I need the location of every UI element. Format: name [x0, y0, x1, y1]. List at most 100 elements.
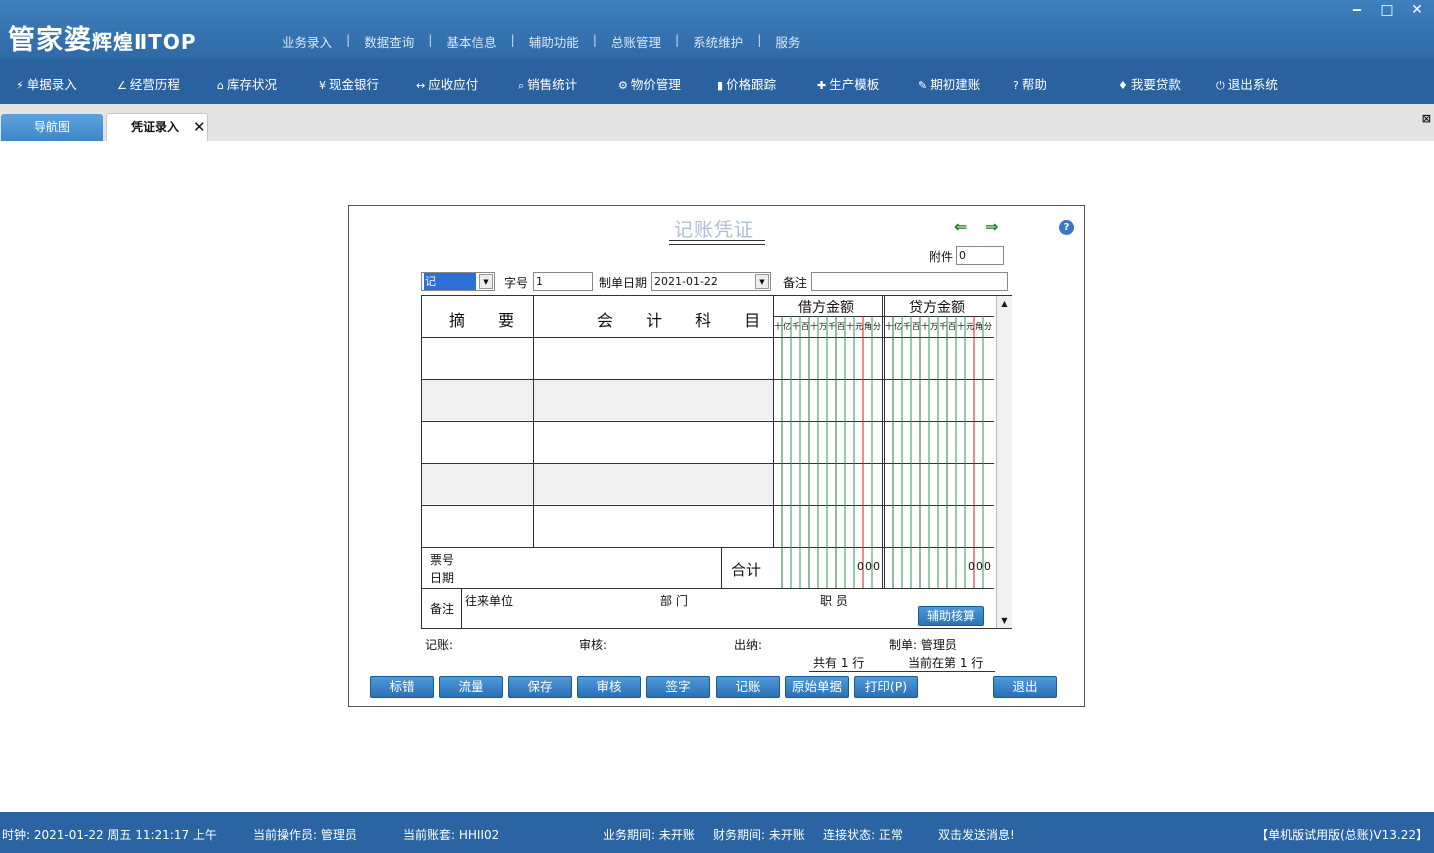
debit-total: 000 [857, 560, 881, 573]
total-label: 合计 [731, 561, 762, 579]
toolbar-item-receivable[interactable]: ↔ 应收应付 [416, 74, 478, 93]
scroll-up-icon[interactable]: ▲ [997, 296, 1012, 311]
app-window: 管家婆辉煌ⅡTOP 业务录入 | 数据查询 | 基本信息 | 辅助功能 | 总账管理 | … [0, 0, 1434, 853]
remark-label: 备注 [783, 276, 808, 290]
status-account-set: 当前账套: HHII02 [403, 828, 500, 842]
edit-icon: ✎ [918, 79, 928, 92]
audit-button[interactable]: 审核 [577, 676, 641, 698]
top-menu-item-service[interactable]: 服务 [775, 32, 800, 51]
status-finance-period: 财务期间: 未开账 [713, 828, 805, 842]
remark-input[interactable] [811, 272, 1008, 291]
toolbar-item-voucher-entry[interactable]: ⚡ 单据录入 [16, 74, 77, 93]
close-icon[interactable]: ✕ [1408, 2, 1426, 18]
original-document-button[interactable]: 原始单据 [785, 676, 849, 698]
status-bar: 时钟: 2021-01-22 周五 11:21:17 上午 当前操作员: 管理员… [0, 812, 1434, 853]
title-underline [669, 240, 765, 241]
exit-button[interactable]: 退出 [993, 676, 1057, 698]
bar-chart-icon: ▮ [717, 79, 724, 92]
toolbar-item-sales-stats[interactable]: ⌕ 销售统计 [518, 74, 577, 93]
toolbar-item-cash-bank[interactable]: ¥ 现金银行 [319, 74, 379, 93]
maximize-icon[interactable]: □ [1378, 2, 1396, 18]
current-row-label: 当前在第 1 行 [908, 656, 984, 670]
date-label: 制单日期 [599, 276, 648, 290]
status-clock: 时钟: 2021-01-22 周五 11:21:17 上午 [2, 828, 217, 842]
cash-flow-button[interactable]: 流量 [439, 676, 503, 698]
power-icon: ⏻ [1216, 79, 1225, 92]
grid-scrollbar[interactable]: ▲ ▼ [996, 296, 1012, 628]
toolbar-item-exit[interactable]: ⏻ 退出系统 [1216, 74, 1278, 93]
home-icon: ⌂ [217, 79, 224, 92]
ticket-date-label: 日期 [430, 571, 455, 585]
save-button[interactable]: 保存 [508, 676, 572, 698]
dropdown-arrow-icon[interactable]: ▼ [479, 274, 493, 289]
remark-row-label: 备注 [430, 602, 455, 616]
attachment-label: 附件 [929, 250, 954, 264]
toolbar-item-history[interactable]: ∠ 经营历程 [117, 74, 180, 93]
date-input[interactable]: 2021-01-22 ▼ [651, 272, 771, 291]
top-menu-item-ledger[interactable]: 总账管理 [611, 32, 661, 51]
help-icon[interactable]: ? [1059, 220, 1074, 235]
status-version: 【单机版试用版(总账)V13.22】 [1256, 828, 1428, 842]
ticket-no-label: 票号 [430, 553, 455, 567]
title-underline-2 [669, 244, 765, 245]
toolbar-item-help[interactable]: ? 帮助 [1013, 74, 1047, 93]
zihao-input[interactable]: 1 [533, 272, 593, 291]
top-menu-item-system[interactable]: 系统维护 [693, 32, 743, 51]
sign-button[interactable]: 签字 [646, 676, 710, 698]
department-label: 部 门 [660, 594, 688, 608]
trend-icon: ∠ [117, 79, 127, 92]
voucher-entry-grid: 摘 要 会 计 科 目 借方金额 贷方金额 十亿千百十万千百十元角分 十亿千百十… [421, 295, 1012, 629]
maker-label: 制单: 管理员 [889, 638, 957, 652]
help-icon: ? [1013, 79, 1019, 92]
aux-accounting-button[interactable]: 辅助核算 [918, 606, 984, 626]
scroll-down-icon[interactable]: ▼ [997, 613, 1012, 628]
print-button[interactable]: 打印(P) [854, 676, 918, 698]
voucher-icon: ⚡ [16, 79, 24, 92]
audit-by-label: 审核: [579, 638, 608, 652]
dropdown-arrow-icon[interactable]: ▼ [755, 274, 769, 289]
staff-label: 职 员 [820, 594, 848, 608]
post-button[interactable]: 记账 [716, 676, 780, 698]
top-menu-item-aux[interactable]: 辅助功能 [529, 32, 579, 51]
status-operator: 当前操作员: 管理员 [253, 828, 357, 842]
window-controls: ‒ □ ✕ [1348, 2, 1426, 18]
voucher-panel: 记账凭证 ⇐ ⇒ ? 附件 0 记 ▼ 字号 1 制单日期 2021-01-22… [348, 205, 1085, 707]
close-all-tabs-icon[interactable]: ⊠ [1422, 112, 1431, 125]
tab-close-icon[interactable]: ✕ [193, 113, 206, 141]
toolbar-item-production[interactable]: ✚ 生产模板 [817, 74, 879, 93]
attachment-input[interactable]: 0 [956, 246, 1004, 265]
minimize-icon[interactable]: ‒ [1348, 2, 1366, 18]
title-bar: 管家婆辉煌ⅡTOP 业务录入 | 数据查询 | 基本信息 | 辅助功能 | 总账管理 | … [0, 0, 1434, 59]
cashier-label: 出纳: [734, 638, 763, 652]
status-business-period: 业务期间: 未开账 [603, 828, 695, 842]
top-menu: 业务录入 | 数据查询 | 基本信息 | 辅助功能 | 总账管理 | 系统维护 | 服务 [282, 32, 801, 51]
top-menu-item-business[interactable]: 业务录入 [282, 32, 332, 51]
toolbar-item-inventory[interactable]: ⌂ 库存状况 [217, 74, 277, 93]
top-menu-item-basic-info[interactable]: 基本信息 [446, 32, 496, 51]
wrench-icon: ✚ [817, 79, 827, 92]
posted-by-label: 记账: [425, 638, 454, 652]
top-menu-item-query[interactable]: 数据查询 [364, 32, 414, 51]
money-bag-icon: ♦ [1118, 79, 1128, 92]
toolbar-item-price-track[interactable]: ▮ 价格跟踪 [717, 74, 776, 93]
tab-navigation[interactable]: 导航图 [1, 114, 103, 141]
amount-digit-lines [781, 316, 984, 588]
toolbar-item-opening[interactable]: ✎ 期初建账 [918, 74, 980, 93]
yen-icon: ¥ [319, 79, 326, 92]
toolbar-item-loan[interactable]: ♦ 我要贷款 [1118, 74, 1181, 93]
mark-error-button[interactable]: 标错 [370, 676, 434, 698]
tab-bar: 导航图 凭证录入 ✕ ⊠ [0, 104, 1434, 141]
gear-icon: ⚙ [618, 79, 628, 92]
status-message[interactable]: 双击发送消息! [938, 826, 1015, 843]
credit-total: 000 [968, 560, 992, 573]
next-arrow-icon[interactable]: ⇒ [985, 217, 998, 236]
voucher-type-select[interactable]: 记 ▼ [421, 272, 495, 291]
prev-arrow-icon[interactable]: ⇐ [954, 217, 967, 236]
status-connection: 连接状态: 正常 [823, 828, 903, 842]
search-icon: ⌕ [518, 79, 525, 92]
row-count-label: 共有 1 行 [813, 656, 865, 670]
toolbar-item-price-mgmt[interactable]: ⚙ 物价管理 [618, 74, 681, 93]
voucher-title: 记账凭证 [674, 219, 755, 241]
zihao-label: 字号 [504, 276, 529, 290]
partner-label: 往来单位 [465, 594, 514, 608]
